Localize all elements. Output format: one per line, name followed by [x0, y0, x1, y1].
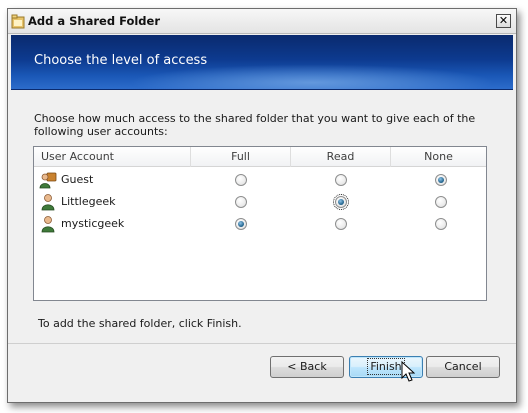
close-button[interactable]: ✕ [496, 14, 511, 28]
radio-none[interactable] [435, 196, 447, 208]
table-row[interactable]: Littlegeek [34, 191, 486, 213]
list-header: User Account Full Read None [34, 147, 486, 167]
radio-full[interactable] [235, 196, 247, 208]
guest-user-icon [39, 172, 57, 189]
footer-hint: To add the shared folder, click Finish. [38, 317, 242, 330]
column-header-none[interactable]: None [391, 147, 486, 167]
divider [8, 343, 516, 344]
radio-full[interactable] [235, 218, 247, 230]
page-title: Choose the level of access [34, 53, 208, 68]
header-banner: Choose the level of access [11, 35, 513, 90]
title-bar[interactable]: Add a Shared Folder ✕ [8, 9, 516, 34]
back-button[interactable]: < Back [270, 356, 344, 378]
column-header-user-account[interactable]: User Account [34, 147, 191, 167]
user-name: mysticgeek [61, 217, 125, 230]
radio-none[interactable] [435, 174, 447, 186]
finish-label: Finish [367, 358, 405, 375]
user-name: Guest [61, 173, 94, 186]
column-header-full[interactable]: Full [191, 147, 291, 167]
user-icon [41, 216, 55, 233]
radio-read[interactable] [335, 174, 347, 186]
add-shared-folder-dialog: Add a Shared Folder ✕ Choose the level o… [7, 8, 517, 403]
radio-read[interactable] [335, 218, 347, 230]
mouse-cursor-icon [401, 361, 415, 382]
user-icon [41, 194, 55, 211]
radio-full[interactable] [235, 174, 247, 186]
window-title: Add a Shared Folder [28, 14, 161, 28]
radio-none[interactable] [435, 218, 447, 230]
column-header-read[interactable]: Read [291, 147, 391, 167]
cancel-button[interactable]: Cancel [426, 356, 500, 378]
table-row[interactable]: mysticgeek [34, 213, 486, 235]
user-access-list[interactable]: User Account Full Read None Guest Little… [33, 146, 487, 301]
folder-share-icon [11, 14, 25, 29]
table-row[interactable]: Guest [34, 169, 486, 191]
radio-read[interactable] [333, 194, 349, 210]
user-name: Littlegeek [61, 195, 116, 208]
instruction-text: Choose how much access to the shared fol… [34, 112, 476, 138]
